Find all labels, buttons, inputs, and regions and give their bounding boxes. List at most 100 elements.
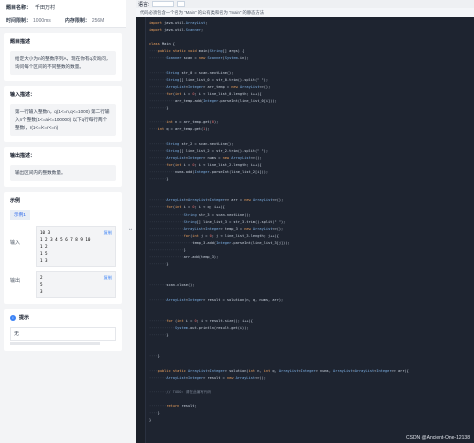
code-line[interactable] bbox=[149, 275, 474, 282]
code-line[interactable]: ········String str_2 = scan.nextLine(); bbox=[149, 141, 474, 148]
code-line[interactable] bbox=[149, 63, 474, 70]
code-line[interactable]: ········int n = arr_temp.get(0); bbox=[149, 119, 474, 126]
code-line[interactable]: ········String[] line_list_0 = str_0.tri… bbox=[149, 77, 474, 84]
problem-title-bar: 题目名称： 千田万村 bbox=[0, 0, 126, 14]
code-line[interactable]: ············nums.add(Integer.parseInt(li… bbox=[149, 169, 474, 176]
code-line[interactable]: ········Scanner scan = new Scanner(Syste… bbox=[149, 55, 474, 62]
code-line[interactable]: ················for(int j = 0; j < line_… bbox=[149, 233, 474, 240]
collapse-arrows-icon[interactable]: ↔ bbox=[128, 226, 133, 232]
code-line[interactable]: ········String[] line_list_2 = str_2.tri… bbox=[149, 148, 474, 155]
code-line[interactable]: ····public static void main(String[] arg… bbox=[149, 48, 474, 55]
code-line[interactable]: ········} bbox=[149, 261, 474, 268]
code-line[interactable]: ········ArrayList<Integer> nums = new Ar… bbox=[149, 155, 474, 162]
code-line[interactable]: ········for(int i = 0; i < line_list_0.l… bbox=[149, 91, 474, 98]
code-line[interactable]: ········ArrayList<Integer> result = new … bbox=[149, 375, 474, 382]
code-line[interactable]: ········} bbox=[149, 105, 474, 112]
example-output-line: 5 bbox=[40, 282, 43, 287]
output-description-section: 输出描述： 输出区间内的整数数量。 bbox=[4, 147, 122, 187]
code-line[interactable]: ····int q = arr_temp.get(1); bbox=[149, 126, 474, 133]
code-line[interactable]: ········} bbox=[149, 332, 474, 339]
code-area[interactable]: import java.util.ArrayList; import java.u… bbox=[136, 17, 474, 443]
example-input-line: 1 2 3 4 5 6 7 8 9 10 bbox=[40, 237, 91, 242]
code-line[interactable]: class Main { bbox=[149, 41, 474, 48]
example-input-label: 输入 bbox=[10, 240, 21, 246]
input-description-heading: 输入描述： bbox=[10, 92, 36, 98]
code-line[interactable] bbox=[149, 290, 474, 297]
code-line[interactable]: import java.util.Scanner; bbox=[149, 27, 474, 34]
code-line[interactable]: ················arr.add(temp_3); bbox=[149, 254, 474, 261]
code-line[interactable]: ················String str_3 = scan.next… bbox=[149, 212, 474, 219]
code-line[interactable]: ········ArrayList<Integer> result = solu… bbox=[149, 297, 474, 304]
code-line[interactable] bbox=[149, 311, 474, 318]
watermark: CSDN @Ancient-One-12138 bbox=[406, 435, 470, 441]
code-line[interactable]: ················ArrayList<Integer> temp_… bbox=[149, 226, 474, 233]
language-label: 语言: bbox=[138, 1, 150, 8]
code-line[interactable]: ········ArrayList<Integer> arr_temp = ne… bbox=[149, 84, 474, 91]
code-line[interactable]: } bbox=[149, 417, 474, 424]
example-output-line: 3 bbox=[40, 289, 43, 294]
example-output-box: 复制 2 5 3 bbox=[36, 271, 116, 298]
code-editor[interactable]: 语言: 代码必须包含一个名为 "Main" 的公有类和名为 "main" 的静态… bbox=[136, 0, 474, 443]
copy-input-button[interactable]: 复制 bbox=[104, 229, 112, 236]
code-line[interactable] bbox=[149, 382, 474, 389]
hint-scrollbar[interactable] bbox=[10, 342, 100, 345]
code-line[interactable] bbox=[149, 190, 474, 197]
code-line[interactable]: ········// TODO: 请在此编写代码 bbox=[149, 389, 474, 396]
code-line[interactable] bbox=[149, 134, 474, 141]
example-heading: 示例 bbox=[10, 198, 21, 204]
code-line[interactable]: ········for(int i = 0; i < line_list_2.l… bbox=[149, 162, 474, 169]
hint-heading: 提示 bbox=[19, 315, 30, 321]
code-line[interactable] bbox=[149, 112, 474, 119]
hint-header: i 提示 bbox=[10, 314, 116, 321]
output-description-text: 输出区间内的整数数量。 bbox=[10, 165, 116, 181]
example-input-line: 10 3 bbox=[40, 230, 51, 235]
code-line[interactable]: ····················temp_3.add(Integer.p… bbox=[149, 240, 474, 247]
code-line[interactable]: ············System.out.println(result.ge… bbox=[149, 325, 474, 332]
code-line[interactable] bbox=[149, 396, 474, 403]
code-line[interactable] bbox=[149, 361, 474, 368]
example-output-line: 2 bbox=[40, 275, 43, 280]
copy-output-button[interactable]: 复制 bbox=[104, 274, 112, 281]
code-line[interactable]: ············arr_temp.add(Integer.parseIn… bbox=[149, 98, 474, 105]
time-limit-label: 时间限制： bbox=[6, 18, 32, 24]
code-line[interactable]: ····public static ArrayList<Integer> sol… bbox=[149, 368, 474, 375]
code-line[interactable]: ········for (int i = 0; i < result.size(… bbox=[149, 318, 474, 325]
example-section: 示例 示例1 输入 复制 10 3 1 2 3 4 5 6 7 8 9 10 1… bbox=[4, 192, 122, 304]
code-line[interactable]: ····} bbox=[149, 353, 474, 360]
code-line[interactable]: ········scan.close(); bbox=[149, 282, 474, 289]
code-line[interactable] bbox=[149, 183, 474, 190]
code-line[interactable] bbox=[149, 34, 474, 41]
info-icon: i bbox=[10, 314, 16, 321]
code-line[interactable] bbox=[149, 339, 474, 346]
description-heading: 题目描述 bbox=[10, 39, 31, 45]
code-lines[interactable]: import java.util.ArrayList; import java.u… bbox=[149, 20, 474, 424]
code-line[interactable] bbox=[149, 268, 474, 275]
example-output-label: 输出 bbox=[10, 278, 21, 284]
code-line[interactable]: ················String[] line_list_3 = s… bbox=[149, 219, 474, 226]
code-line[interactable]: ········String str_0 = scan.nextLine(); bbox=[149, 70, 474, 77]
code-line[interactable]: import java.util.ArrayList; bbox=[149, 20, 474, 27]
code-line[interactable]: ········} bbox=[149, 176, 474, 183]
editor-toolbar: 语言: bbox=[136, 0, 474, 8]
input-description-text: 第一行输入整数n，q(1<=n,q<=1000) 第二行输入n个整数(1<=ai… bbox=[10, 104, 116, 136]
code-line[interactable]: ········ArrayList<ArrayList<Integer>> ar… bbox=[149, 197, 474, 204]
language-select[interactable] bbox=[152, 1, 175, 7]
code-line[interactable]: ········for(int i = 0; i < q; i++){ bbox=[149, 204, 474, 211]
time-limit-value: 1000ms bbox=[33, 18, 51, 24]
problem-panel: 题目名称： 千田万村 时间限制： 1000ms 内存限制： 256M 题目描述 给定… bbox=[0, 0, 126, 443]
code-line[interactable]: ····} bbox=[149, 410, 474, 417]
code-line[interactable] bbox=[149, 304, 474, 311]
code-line[interactable]: ················} bbox=[149, 247, 474, 254]
example-input-line: 1 2 bbox=[40, 244, 48, 249]
hint-section: i 提示 无 bbox=[4, 309, 122, 351]
code-line[interactable]: ········return result; bbox=[149, 403, 474, 410]
settings-icon[interactable] bbox=[177, 1, 186, 7]
code-line[interactable] bbox=[149, 346, 474, 353]
output-description-heading: 输出描述： bbox=[10, 153, 36, 159]
example-output-row: 输出 复制 2 5 3 bbox=[10, 271, 116, 298]
description-section: 题目描述 给定大小为n的整数序列A，现在你有q次询问，询问每个区间的不同整数的数… bbox=[4, 33, 122, 81]
editor-note: 代码必须包含一个名为 "Main" 的公有类和名为 "main" 的静态方法 bbox=[136, 8, 474, 17]
panel-splitter[interactable]: ↔ bbox=[126, 0, 136, 443]
example-tab[interactable]: 示例1 bbox=[10, 210, 30, 220]
description-text: 给定大小为n的整数序列A，现在你有q次询问，询问每个区间的不同整数的数量。 bbox=[10, 51, 116, 75]
